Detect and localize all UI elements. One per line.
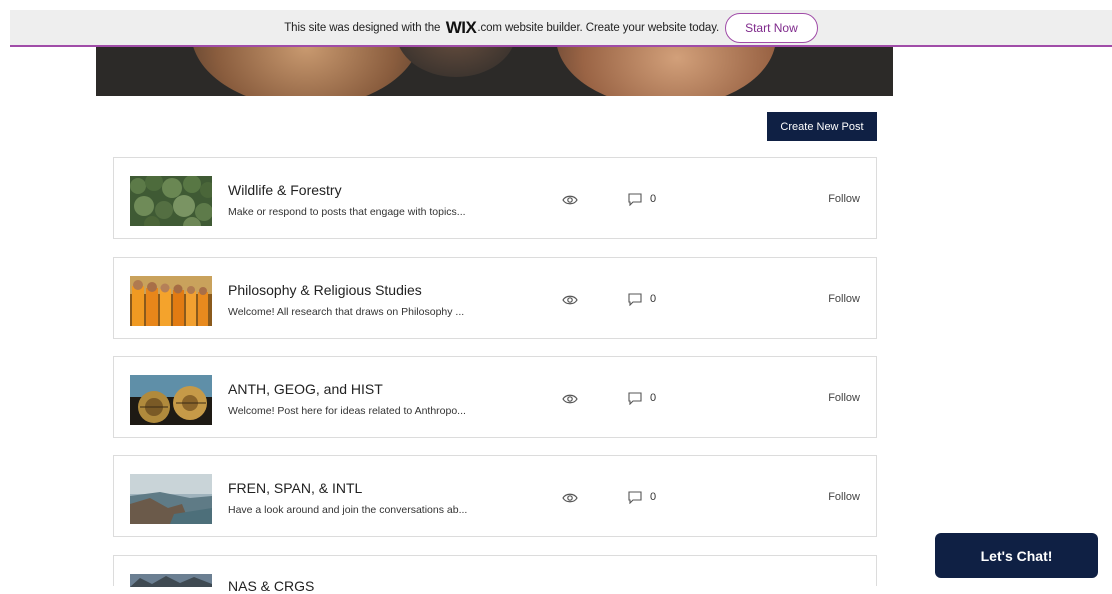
wix-promo-content: This site was designed with the WIX .com …	[284, 12, 818, 43]
category-card-nas-crgs[interactable]: NAS & CRGS	[113, 555, 877, 594]
category-title[interactable]: ANTH, GEOG, and HIST	[228, 381, 383, 397]
comment-count: 0	[650, 392, 657, 404]
comment-icon	[628, 193, 642, 206]
start-now-button[interactable]: Start Now	[725, 12, 818, 43]
category-card-fren-span-intl[interactable]: FREN, SPAN, & INTL Have a look around an…	[113, 455, 877, 537]
category-thumbnail	[130, 276, 212, 326]
category-description: Welcome! All research that draws on Phil…	[228, 306, 465, 318]
category-card-wildlife-forestry[interactable]: Wildlife & Forestry Make or respond to p…	[113, 157, 877, 239]
category-thumbnail	[130, 375, 212, 425]
follow-button[interactable]: Follow	[828, 491, 860, 503]
eye-icon	[562, 195, 578, 205]
category-description: Make or respond to posts that engage wit…	[228, 206, 466, 218]
wix-promo-text-before: This site was designed with the	[284, 21, 441, 34]
follow-button[interactable]: Follow	[828, 392, 860, 404]
create-new-post-button[interactable]: Create New Post	[767, 112, 877, 141]
comment-icon	[628, 392, 642, 405]
category-card-anth-geog-hist[interactable]: ANTH, GEOG, and HIST Welcome! Post here …	[113, 356, 877, 438]
category-title[interactable]: FREN, SPAN, & INTL	[228, 480, 362, 496]
hero-cover-image	[96, 47, 893, 96]
category-description: Welcome! Post here for ideas related to …	[228, 405, 466, 417]
category-thumbnail	[130, 574, 212, 587]
comment-count: 0	[650, 491, 657, 503]
eye-icon	[562, 295, 578, 305]
comment-icon	[628, 491, 642, 504]
lets-chat-button[interactable]: Let's Chat!	[935, 533, 1098, 578]
eye-icon	[562, 493, 578, 503]
wix-logo: WIX	[445, 17, 477, 37]
follow-button[interactable]: Follow	[828, 193, 860, 205]
category-title[interactable]: Philosophy & Religious Studies	[228, 282, 422, 298]
category-title[interactable]: Wildlife & Forestry	[228, 182, 342, 198]
category-title[interactable]: NAS & CRGS	[228, 578, 314, 594]
comment-count: 0	[650, 193, 657, 205]
category-description: Have a look around and join the conversa…	[228, 504, 468, 516]
category-thumbnail	[130, 176, 212, 226]
follow-button[interactable]: Follow	[828, 293, 860, 305]
category-card-philosophy[interactable]: Philosophy & Religious Studies Welcome! …	[113, 257, 877, 339]
comment-icon	[628, 293, 642, 306]
category-thumbnail	[130, 474, 212, 524]
comment-count: 0	[650, 293, 657, 305]
wix-promo-banner: This site was designed with the WIX .com …	[10, 10, 1112, 47]
eye-icon	[562, 394, 578, 404]
wix-promo-text-after: .com website builder. Create your websit…	[477, 21, 720, 34]
